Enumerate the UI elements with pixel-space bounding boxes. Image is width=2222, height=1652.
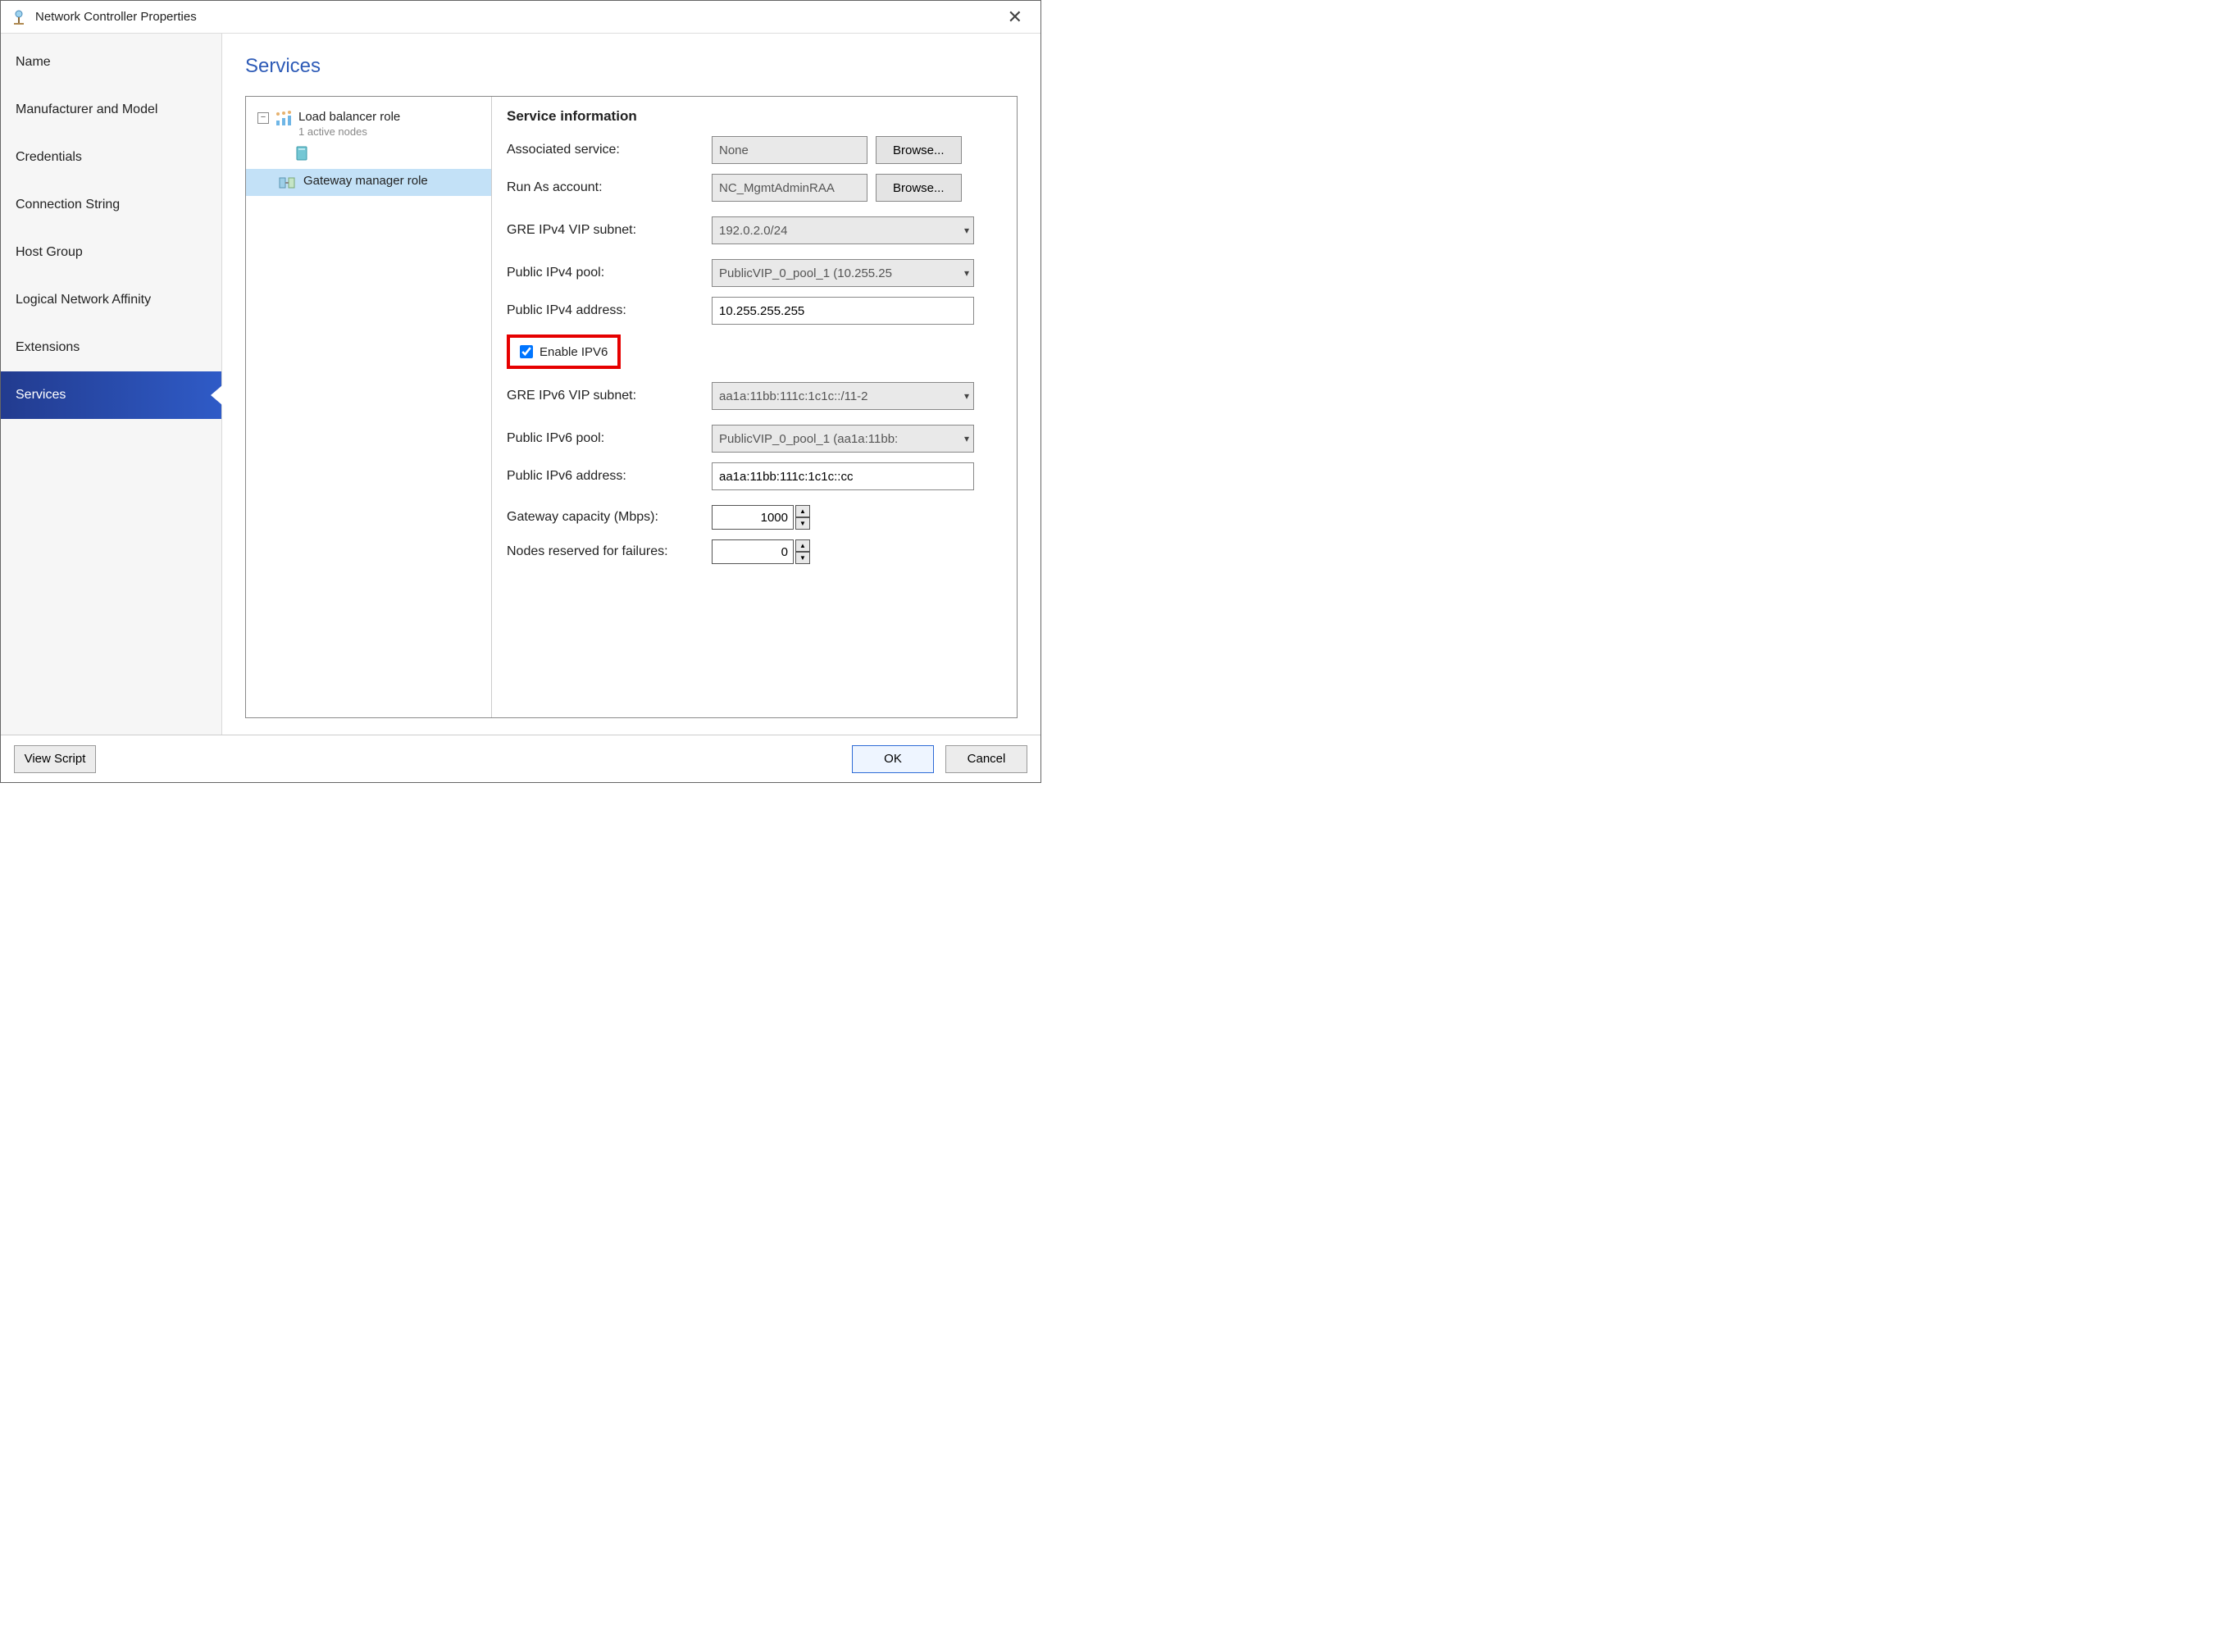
spin-up-icon[interactable]: ▲ — [795, 539, 810, 552]
highlight-annotation: Enable IPV6 — [507, 334, 621, 369]
gateway-capacity-spinner[interactable] — [712, 505, 794, 530]
titlebar: Network Controller Properties ✕ — [1, 1, 1040, 34]
sidebar-item-manufacturer-model[interactable]: Manufacturer and Model — [1, 86, 221, 134]
sidebar-item-label: Services — [16, 388, 66, 402]
label-public-ipv4-address: Public IPv4 address: — [507, 303, 712, 318]
nodes-reserved-spinner[interactable] — [712, 539, 794, 564]
sidebar-item-label: Extensions — [16, 340, 80, 354]
spin-down-icon[interactable]: ▼ — [795, 517, 810, 530]
sidebar-item-extensions[interactable]: Extensions — [1, 324, 221, 371]
public-ipv4-address-field[interactable] — [712, 297, 974, 325]
window-title: Network Controller Properties — [35, 10, 197, 24]
sidebar-item-logical-network-affinity[interactable]: Logical Network Affinity — [1, 276, 221, 324]
label-public-ipv4-pool: Public IPv4 pool: — [507, 266, 712, 280]
sidebar-item-name[interactable]: Name — [1, 39, 221, 86]
label-associated-service: Associated service: — [507, 143, 712, 157]
services-panel: − Load balancer role 1 active nodes — [245, 96, 1018, 718]
ok-button[interactable]: OK — [852, 745, 934, 773]
tree-item-gateway-manager[interactable]: Gateway manager role — [246, 169, 491, 196]
public-ipv6-pool-combo[interactable] — [712, 425, 974, 453]
label-run-as: Run As account: — [507, 180, 712, 195]
browse-associated-service-button[interactable]: Browse... — [876, 136, 962, 164]
label-gre-ipv6: GRE IPv6 VIP subnet: — [507, 389, 712, 403]
expand-collapse-icon[interactable]: − — [257, 112, 269, 124]
sidebar-item-credentials[interactable]: Credentials — [1, 134, 221, 181]
main-pane: Services − — [222, 34, 1040, 735]
tree-item-label: Gateway manager role — [303, 174, 428, 188]
enable-ipv6-checkbox[interactable] — [520, 345, 533, 358]
row-gateway-capacity: Gateway capacity (Mbps): ▲ ▼ — [507, 505, 1000, 530]
row-public-ipv6-pool: Public IPv6 pool: ▾ — [507, 425, 1000, 453]
app-icon — [11, 9, 27, 25]
tree-item-load-balancer[interactable]: − Load balancer role 1 active nodes — [246, 105, 491, 143]
row-nodes-reserved: Nodes reserved for failures: ▲ ▼ — [507, 539, 1000, 564]
label-public-ipv6-pool: Public IPv6 pool: — [507, 431, 712, 446]
label-nodes-reserved: Nodes reserved for failures: — [507, 544, 712, 559]
node-icon[interactable] — [295, 146, 308, 161]
body: Name Manufacturer and Model Credentials … — [1, 34, 1040, 735]
service-form: Service information Associated service: … — [492, 97, 1017, 717]
run-as-field[interactable] — [712, 174, 867, 202]
tree-item-subtext: 1 active nodes — [298, 125, 400, 138]
section-title: Service information — [507, 108, 1000, 125]
sidebar-item-label: Host Group — [16, 245, 83, 259]
sidebar-item-label: Connection String — [16, 198, 120, 212]
role-tree: − Load balancer role 1 active nodes — [246, 97, 492, 717]
sidebar-item-label: Logical Network Affinity — [16, 293, 151, 307]
label-gre-ipv4: GRE IPv4 VIP subnet: — [507, 223, 712, 238]
cancel-button[interactable]: Cancel — [945, 745, 1027, 773]
gateway-icon — [279, 175, 295, 191]
public-ipv6-address-field[interactable] — [712, 462, 974, 490]
sidebar-item-label: Credentials — [16, 150, 82, 164]
properties-dialog: Network Controller Properties ✕ Name Man… — [0, 0, 1041, 783]
sidebar-item-label: Manufacturer and Model — [16, 102, 157, 116]
footer: View Script OK Cancel — [1, 735, 1040, 782]
spin-down-icon[interactable]: ▼ — [795, 552, 810, 564]
sidebar-item-services[interactable]: Services — [1, 371, 221, 419]
row-gre-ipv6: GRE IPv6 VIP subnet: ▾ — [507, 382, 1000, 410]
sidebar: Name Manufacturer and Model Credentials … — [1, 34, 222, 735]
gre-ipv4-subnet-combo[interactable] — [712, 216, 974, 244]
row-public-ipv4-pool: Public IPv4 pool: ▾ — [507, 259, 1000, 287]
public-ipv4-pool-combo[interactable] — [712, 259, 974, 287]
label-gateway-capacity: Gateway capacity (Mbps): — [507, 510, 712, 525]
associated-service-field[interactable] — [712, 136, 867, 164]
spin-up-icon[interactable]: ▲ — [795, 505, 810, 517]
load-balancer-icon — [275, 111, 292, 127]
row-public-ipv4-address: Public IPv4 address: — [507, 297, 1000, 325]
sidebar-item-label: Name — [16, 55, 51, 69]
page-title: Services — [245, 55, 1018, 78]
label-enable-ipv6: Enable IPV6 — [540, 345, 608, 359]
browse-run-as-button[interactable]: Browse... — [876, 174, 962, 202]
label-public-ipv6-address: Public IPv6 address: — [507, 469, 712, 484]
row-public-ipv6-address: Public IPv6 address: — [507, 462, 1000, 490]
sidebar-item-connection-string[interactable]: Connection String — [1, 181, 221, 229]
row-run-as: Run As account: Browse... — [507, 174, 1000, 202]
close-icon[interactable]: ✕ — [999, 3, 1031, 31]
row-enable-ipv6: Enable IPV6 — [507, 334, 1000, 369]
row-gre-ipv4: GRE IPv4 VIP subnet: ▾ — [507, 216, 1000, 244]
view-script-button[interactable]: View Script — [14, 745, 96, 773]
gre-ipv6-subnet-combo[interactable] — [712, 382, 974, 410]
sidebar-item-host-group[interactable]: Host Group — [1, 229, 221, 276]
row-associated-service: Associated service: Browse... — [507, 136, 1000, 164]
tree-item-label: Load balancer role — [298, 110, 400, 124]
